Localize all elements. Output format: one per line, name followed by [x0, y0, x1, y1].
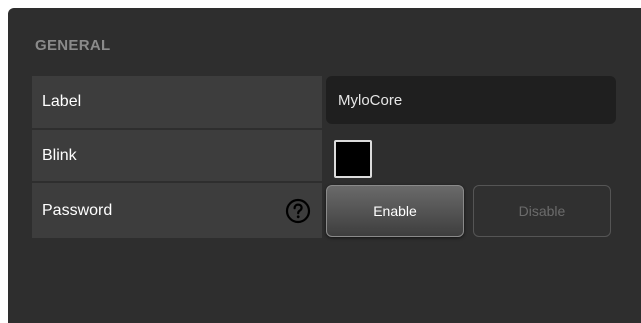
blink-row: Blink — [32, 130, 628, 182]
blink-field-name: Blink — [32, 130, 322, 182]
section-title-general: GENERAL — [35, 37, 111, 54]
question-mark-circle-icon[interactable] — [285, 198, 311, 224]
disable-button[interactable]: Disable — [473, 185, 611, 237]
label-field-name: Label — [32, 76, 322, 129]
password-field-name: Password — [32, 183, 322, 238]
label-row: Label MyloCore — [32, 76, 628, 129]
password-row: Password Enable Disable — [32, 183, 628, 238]
blink-color-swatch[interactable] — [334, 140, 372, 178]
enable-button[interactable]: Enable — [326, 185, 464, 237]
label-input[interactable]: MyloCore — [326, 76, 616, 124]
settings-panel: GENERAL Label MyloCore Blink Password En… — [8, 8, 641, 323]
password-label: Password — [42, 201, 113, 219]
